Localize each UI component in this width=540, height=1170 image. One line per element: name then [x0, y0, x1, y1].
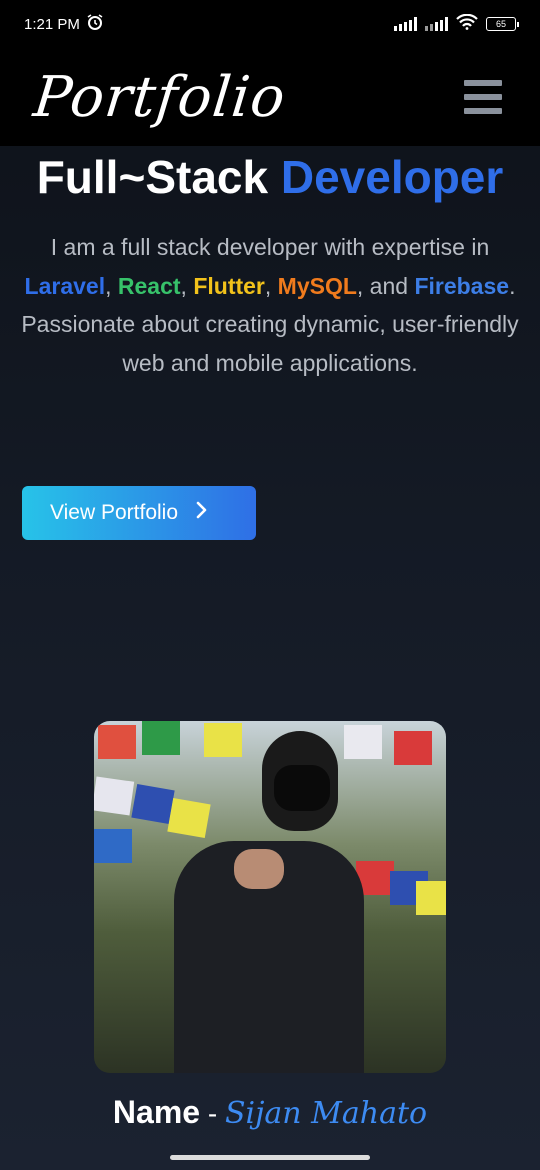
view-portfolio-label: View Portfolio — [50, 501, 179, 524]
status-time: 1:21 PM — [24, 15, 80, 33]
name-label: Name — [112, 1094, 201, 1130]
signal-icon-2 — [425, 17, 448, 31]
menu-icon[interactable] — [464, 80, 502, 114]
skill-firebase: Firebase — [414, 272, 510, 299]
skill-laravel: Laravel — [24, 272, 106, 299]
wifi-icon — [456, 13, 478, 34]
signal-icon — [394, 17, 417, 31]
hero-description: I am a full stack developer with experti… — [20, 228, 520, 382]
comma: , — [105, 272, 118, 299]
profile-name: Name - Sijan Mahato — [0, 1094, 540, 1131]
view-portfolio-button[interactable]: View Portfolio — [22, 486, 256, 540]
face-mask — [274, 765, 330, 811]
skill-mysql: MySQL — [277, 272, 357, 299]
name-value: Sijan Mahato — [224, 1096, 428, 1131]
hero-title: Full~Stack Developer — [0, 150, 540, 204]
navbar: Portfolio — [0, 48, 540, 146]
hero-title-part1: Full~Stack — [36, 151, 281, 203]
comma: , — [264, 272, 278, 299]
hero-title-accent: Developer — [280, 151, 504, 203]
chevron-right-icon — [196, 501, 208, 525]
alarm-icon — [86, 13, 104, 35]
profile-photo — [94, 721, 446, 1073]
comma: , — [180, 272, 194, 299]
home-indicator[interactable] — [170, 1155, 370, 1160]
conjunction: , and — [356, 272, 415, 299]
person-hand — [234, 849, 284, 889]
skill-flutter: Flutter — [193, 272, 265, 299]
logo[interactable]: Portfolio — [31, 65, 289, 130]
status-bar: 1:21 PM 65 — [0, 0, 540, 48]
skill-react: React — [117, 272, 181, 299]
battery-icon: 65 — [486, 17, 519, 31]
name-separator: - — [200, 1098, 225, 1129]
hero-desc-intro: I am a full stack developer with experti… — [50, 234, 490, 260]
